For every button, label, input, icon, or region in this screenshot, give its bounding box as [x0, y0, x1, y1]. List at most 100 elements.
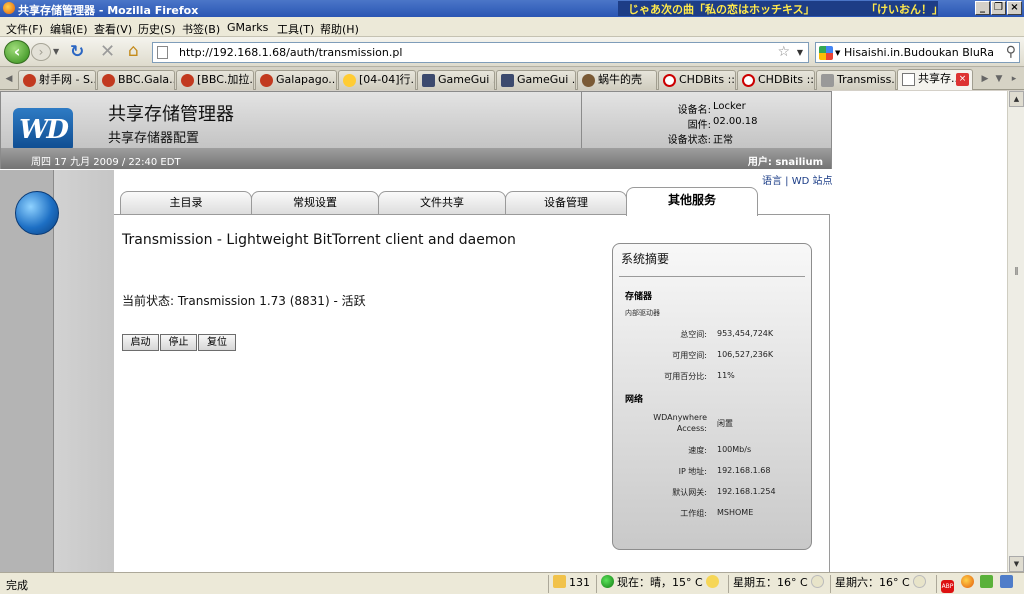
search-input[interactable]	[844, 45, 994, 60]
tab-favicon	[102, 74, 115, 87]
url-text[interactable]: http://192.168.1.68/auth/transmission.pl	[179, 46, 402, 59]
language-wd-links[interactable]: 语言 | WD 站点	[762, 172, 833, 187]
reload-icon[interactable]: ↻	[70, 42, 84, 62]
home-icon[interactable]: ⌂	[128, 41, 139, 61]
browser-tab-active[interactable]: 共享存... ×	[897, 69, 973, 90]
tab-favicon	[501, 74, 514, 87]
service-title: Transmission - Lightweight BitTorrent cl…	[122, 232, 516, 248]
menu-edit[interactable]: 编辑(E)	[50, 21, 88, 37]
page-subtitle: 共享存储器配置	[108, 131, 200, 146]
address-bar[interactable]: http://192.168.1.68/auth/transmission.pl…	[152, 42, 809, 63]
cloud-sun-icon	[913, 575, 927, 588]
firefox-addon-icon[interactable]	[960, 575, 974, 588]
weather-saturday-cell[interactable]: 星期六：16° C	[830, 575, 934, 593]
back-button[interactable]: ‹	[4, 40, 30, 64]
tab-count-cell[interactable]: 131	[548, 575, 594, 593]
green-addon-icon[interactable]	[980, 575, 993, 588]
close-window-button[interactable]: ×	[1007, 1, 1022, 15]
browser-tab[interactable]: GameGui ...	[417, 70, 495, 90]
tab-device-management[interactable]: 设备管理	[505, 191, 627, 215]
page-title: 共享存储管理器	[108, 104, 234, 125]
weather-status-icon	[601, 575, 614, 588]
tab-favicon	[663, 74, 676, 87]
minimize-button[interactable]: _	[975, 1, 990, 15]
scroll-up-icon[interactable]: ▲	[1009, 91, 1024, 107]
browser-tab[interactable]: CHDBits ::...	[658, 70, 736, 90]
summary-title: 系统摘要	[621, 252, 670, 266]
forward-button[interactable]: ›	[31, 43, 51, 61]
url-dropdown-icon[interactable]: ▼	[797, 48, 803, 57]
summary-divider	[619, 276, 805, 277]
firmware-label: 固件:	[687, 120, 711, 131]
stop-icon[interactable]: ✕	[100, 41, 115, 62]
cloud-icon	[811, 575, 825, 588]
menu-view[interactable]: 查看(V)	[94, 21, 132, 37]
firmware-value: 02.00.18	[713, 116, 758, 127]
tab-favicon	[343, 74, 356, 87]
speed-value: 100Mb/s	[717, 445, 752, 454]
marquee-show: 「けいおん！」	[866, 3, 938, 16]
addon-icons: ABP	[936, 575, 1024, 593]
scroll-tabs-right-icon[interactable]: ▶	[978, 71, 992, 87]
device-name-label: 设备名:	[677, 105, 711, 116]
wd-logo: WD	[13, 108, 73, 152]
browser-tab[interactable]: [BBC.加拉...	[176, 70, 254, 90]
menu-bookmarks[interactable]: 书签(B)	[182, 21, 220, 37]
device-name-value: Locker	[713, 101, 746, 112]
menu-history[interactable]: 历史(S)	[138, 21, 176, 37]
tab-strip-end-icon[interactable]: ▸	[1007, 71, 1021, 87]
bookmark-star-icon[interactable]: ☆	[777, 44, 790, 60]
reset-button[interactable]: 复位	[198, 334, 236, 351]
vertical-scrollbar[interactable]: ▲ ‖ ▼	[1007, 91, 1024, 572]
search-icon[interactable]: ⚲	[1006, 44, 1016, 60]
gateway-value: 192.168.1.254	[717, 487, 776, 496]
close-tab-icon[interactable]: ×	[956, 73, 969, 86]
total-space-label: 总空间:	[680, 330, 707, 339]
scroll-down-icon[interactable]: ▼	[1009, 556, 1024, 572]
tab-strip: ◀ 射手网 - S... BBC.Gala... [BBC.加拉... Gala…	[0, 68, 1024, 90]
search-engine-dropdown-icon[interactable]: ▼	[835, 49, 840, 57]
wd-header: WD 共享存储管理器 共享存储器配置 设备名: Locker 固件: 02.00…	[0, 91, 832, 169]
tab-file-sharing[interactable]: 文件共享	[378, 191, 506, 215]
window-titlebar: 共享存储管理器 - Mozilla Firefox じゃあ次の曲「私の恋はホッチ…	[0, 0, 1024, 17]
browser-tab[interactable]: GameGui ...	[496, 70, 576, 90]
browser-tab[interactable]: Transmiss...	[816, 70, 896, 90]
maximize-button[interactable]: ❐	[991, 1, 1006, 15]
search-bar[interactable]: ▼ ⚲	[815, 42, 1020, 63]
scroll-tabs-left-icon[interactable]: ◀	[2, 71, 16, 87]
menu-gmarks[interactable]: GMarks	[227, 21, 268, 34]
tab-label: Galapago...	[276, 73, 337, 86]
menu-help[interactable]: 帮助(H)	[320, 21, 359, 37]
browser-tab[interactable]: BBC.Gala...	[97, 70, 175, 90]
history-dropdown-icon[interactable]: ▼	[53, 47, 59, 56]
browser-tab[interactable]: CHDBits ::...	[737, 70, 815, 90]
navigation-toolbar: ‹ › ▼ ↻ ✕ ⌂ http://192.168.1.68/auth/tra…	[0, 37, 1024, 67]
storage-subheading: 内部驱动器	[625, 309, 660, 317]
list-tabs-icon[interactable]: ▼	[992, 71, 1006, 87]
scroll-grip-icon[interactable]: ‖	[1009, 266, 1024, 278]
tab-home[interactable]: 主目录	[120, 191, 252, 215]
current-user: 用户: snailium	[747, 157, 823, 168]
google-icon[interactable]	[819, 46, 833, 60]
browser-tab[interactable]: 蜗牛的壳	[577, 70, 657, 90]
blue-addon-icon[interactable]	[999, 575, 1013, 588]
tab-label: GameGui ...	[517, 73, 576, 86]
globe-icon	[15, 191, 59, 235]
browser-tab[interactable]: Galapago...	[255, 70, 337, 90]
moon-icon	[706, 575, 720, 588]
service-status: 当前状态: Transmission 1.73 (8831) - 活跃	[122, 294, 366, 308]
menu-file[interactable]: 文件(F)	[6, 21, 43, 37]
weather-friday-cell[interactable]: 星期五：16° C	[728, 575, 828, 593]
weather-now-cell[interactable]: 现在：晴，15° C	[596, 575, 726, 593]
adblock-icon[interactable]: ABP	[941, 580, 954, 593]
browser-tab[interactable]: 射手网 - S...	[18, 70, 96, 90]
start-button[interactable]: 启动	[122, 334, 159, 351]
header-divider	[581, 92, 582, 148]
menu-tools[interactable]: 工具(T)	[277, 21, 314, 37]
tab-general-settings[interactable]: 常规设置	[251, 191, 379, 215]
menu-bar: 文件(F) 编辑(E) 查看(V) 历史(S) 书签(B) GMarks 工具(…	[0, 17, 1024, 37]
tab-other-services[interactable]: 其他服务	[626, 187, 758, 216]
browser-tab[interactable]: [04-04]行...	[338, 70, 416, 90]
tab-label: CHDBits ::...	[679, 73, 735, 86]
stop-button[interactable]: 停止	[160, 334, 197, 351]
